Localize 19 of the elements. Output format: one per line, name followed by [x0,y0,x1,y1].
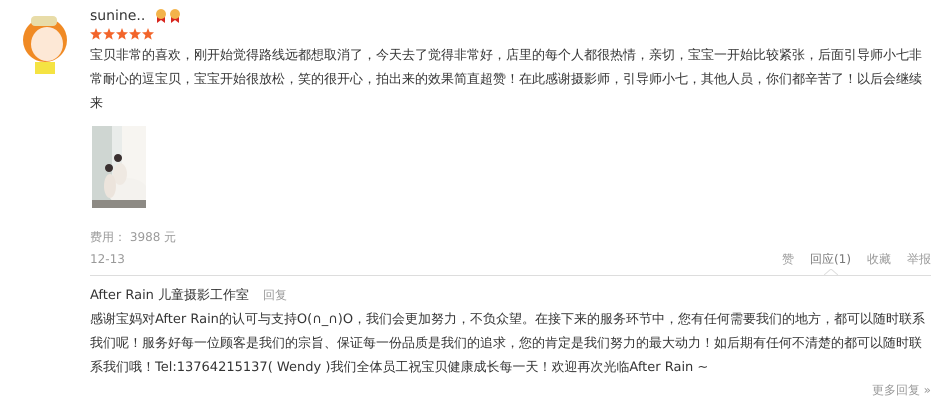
star-icon [103,28,115,40]
reply-link[interactable]: 回复 [263,286,288,304]
cost-label: 费用： 3988 元 [90,229,178,246]
review-date: 12-13 [90,251,125,268]
star-icon [129,28,141,40]
star-icon [90,28,102,40]
reply-author[interactable]: After Rain 儿童摄影工作室 [90,286,250,304]
medal-icon [169,9,182,23]
medal-icon [155,9,168,23]
reply-text: 感谢宝妈对After Rain的认可与支持O(∩_∩)O，我们会更加努力，不负众望。在接下来的服务环节中，您有任何需要我们的地方，都可以随时联系我们呢！服务好每一位顾客是我们的宗旨、保证每一份品质是我们的追求，您的肯定是我们努力的最大动力！如后期有任何不清楚的都可以随时联系我们哦！Tel:13764215137( Wendy )我们全体员工祝宝贝健康成长每一天！欢迎再次光临After Rain ~ [90,311,926,377]
star-icon [142,28,154,40]
action-link[interactable]: 举报 [907,248,931,275]
review-text: 宝贝非常的喜欢，刚开始觉得路线远都想取消了，今天去了觉得非常好，店里的每个人都很热情，亲切，宝宝一开始比较紧张，后面引导师小七非常耐心的逗宝贝，宝宝开始很放松，笑的很开心，拍出来的效果简直超赞！在此感谢摄影师，引导师小七，其他人员，你们都辛苦了！以后会继续来 [90,47,923,113]
user-name[interactable]: sunine.. [90,8,146,24]
more-replies-link[interactable]: 更多回复 » [872,382,931,399]
action-link[interactable]: 赞 [782,248,794,275]
star-icon [116,28,128,40]
action-link[interactable]: 收藏 [867,248,891,275]
action-link[interactable]: 回应(1) [810,248,851,275]
